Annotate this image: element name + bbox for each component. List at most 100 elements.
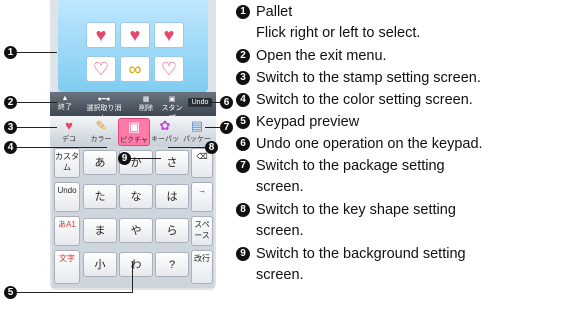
custom-key-label: カスタム bbox=[55, 152, 79, 172]
callout-4: 4 bbox=[4, 141, 17, 154]
legend-num-2: 2 bbox=[236, 49, 250, 63]
stamp-pallet[interactable]: ♥ ♥ ♥ ♡ ∞ ♡ bbox=[58, 0, 208, 92]
legend-text-6: Undo one operation on the keypad. bbox=[256, 136, 483, 152]
key-ma[interactable]: ま bbox=[83, 218, 117, 243]
callout-line-4 bbox=[17, 147, 107, 148]
legend-num-6: 6 bbox=[236, 137, 250, 151]
tab-background[interactable]: ▣ ピクチャ bbox=[118, 118, 150, 146]
key-small[interactable]: 小 bbox=[83, 252, 117, 277]
mode-key-label: あA1 bbox=[58, 220, 76, 229]
arrow-key-label: → bbox=[198, 186, 206, 195]
key-sa[interactable]: さ bbox=[155, 150, 189, 175]
key-na[interactable]: な bbox=[119, 184, 153, 209]
picture-icon: ▣ bbox=[127, 119, 141, 134]
legend-text-2: Open the exit menu. bbox=[256, 48, 387, 64]
exit-menu-bar: ▲終了 ●━●選択取り消し ▦削除 ▣スタンプ Undo bbox=[50, 92, 216, 122]
key-ra-label: ら bbox=[166, 225, 178, 237]
callout-line-5 bbox=[17, 292, 132, 293]
key-ya[interactable]: や bbox=[119, 218, 153, 243]
char-key-label: 文字 bbox=[59, 254, 75, 263]
heart-stamp-icon[interactable]: ♥ bbox=[154, 22, 184, 48]
space-key-label: スペース bbox=[194, 220, 210, 240]
tab-stamp-label: デコ bbox=[62, 136, 76, 143]
mode-key[interactable]: あA1 bbox=[54, 216, 80, 246]
enter-key-label: 改行 bbox=[194, 254, 210, 263]
backspace-key-label: ⌫ bbox=[196, 152, 208, 161]
heart-stamp-icon[interactable]: ♥ bbox=[120, 22, 150, 48]
heart-stamp-icon[interactable]: ♡ bbox=[86, 56, 116, 82]
callout-line-2 bbox=[17, 102, 57, 103]
color-pencil-icon: ✎ bbox=[95, 118, 107, 133]
arrow-key[interactable]: → bbox=[191, 182, 213, 212]
key-wa[interactable]: わ bbox=[119, 252, 153, 277]
rings-stamp-icon[interactable]: ∞ bbox=[120, 56, 150, 82]
legend-num-5: 5 bbox=[236, 115, 250, 129]
callout-5: 5 bbox=[4, 286, 17, 299]
legend-text-4: Switch to the color setting screen. bbox=[256, 92, 473, 108]
custom-key[interactable]: カスタム bbox=[54, 148, 80, 178]
undo-label: Undo bbox=[191, 99, 209, 106]
callout-7: 7 bbox=[220, 121, 233, 134]
flower-icon: ✿ bbox=[159, 118, 171, 133]
setting-tab-bar: ♥ デコ ✎ カラー ▣ ピクチャ ✿キーパッド ▤パッケージ bbox=[50, 116, 216, 153]
heart-stamp-icon[interactable]: ♡ bbox=[154, 56, 184, 82]
callout-line-9 bbox=[131, 158, 161, 159]
key-ta[interactable]: た bbox=[83, 184, 117, 209]
callout-line-6 bbox=[209, 102, 220, 103]
key-ha[interactable]: は bbox=[155, 184, 189, 209]
legend-text-8b: screen. bbox=[256, 223, 304, 239]
legend-text-9a: Switch to the background setting bbox=[256, 246, 466, 262]
key-small-label: 小 bbox=[94, 259, 106, 271]
delete-button[interactable]: ▦ 削除 bbox=[136, 95, 156, 113]
legend-num-7: 7 bbox=[236, 159, 250, 173]
callout-3: 3 bbox=[4, 121, 17, 134]
callout-8: 8 bbox=[205, 141, 218, 154]
legend-text-7b: screen. bbox=[256, 179, 304, 195]
key-ta-label: た bbox=[94, 191, 106, 203]
char-key[interactable]: 文字 bbox=[54, 250, 80, 284]
legend-num-4: 4 bbox=[236, 93, 250, 107]
callout-line-8 bbox=[168, 147, 205, 148]
keypad-preview: カスタム Undo あA1 文字 あ か さ た な は ま や ら 小 わ ?… bbox=[52, 146, 214, 288]
key-ra[interactable]: ら bbox=[155, 218, 189, 243]
legend-text-5: Keypad preview bbox=[256, 114, 360, 130]
undo-key[interactable]: Undo bbox=[54, 182, 80, 212]
key-a-label: あ bbox=[94, 157, 106, 169]
legend-text-1a: Pallet bbox=[256, 4, 293, 20]
callout-line-3 bbox=[17, 127, 57, 128]
tab-background-label: ピクチャ bbox=[120, 137, 148, 144]
legend-num-3: 3 bbox=[236, 71, 250, 85]
legend-text-1b: Flick right or left to select. bbox=[256, 25, 421, 41]
key-a[interactable]: あ bbox=[83, 150, 117, 175]
key-ha-label: は bbox=[166, 191, 178, 203]
legend-text-8a: Switch to the key shape setting bbox=[256, 202, 456, 218]
legend-num-9: 9 bbox=[236, 247, 250, 261]
space-key[interactable]: スペース bbox=[191, 216, 213, 246]
callout-6: 6 bbox=[220, 96, 233, 109]
heart-icon: ♥ bbox=[65, 118, 73, 133]
tab-key-shape[interactable]: ✿キーパッド bbox=[150, 118, 180, 153]
heart-stamp-icon[interactable]: ♥ bbox=[86, 22, 116, 48]
key-punct[interactable]: ? bbox=[155, 252, 189, 277]
phone-screen: ♥ ♥ ♥ ♡ ∞ ♡ ▲終了 ●━●選択取り消し ▦削除 ▣スタンプ Undo… bbox=[50, 0, 216, 290]
undo-key-label: Undo bbox=[57, 186, 77, 195]
key-sa-label: さ bbox=[166, 157, 178, 169]
legend-num-1: 1 bbox=[236, 5, 250, 19]
callout-line-7 bbox=[205, 127, 220, 128]
callout-line-1 bbox=[17, 52, 57, 53]
tab-package[interactable]: ▤パッケージ bbox=[182, 118, 212, 153]
legend-text-9b: screen. bbox=[256, 267, 304, 283]
enter-key[interactable]: 改行 bbox=[191, 250, 213, 284]
exit-button[interactable]: ▲ 終了 bbox=[54, 95, 76, 112]
legend-text-3: Switch to the stamp setting screen. bbox=[256, 70, 481, 86]
key-ya-label: や bbox=[130, 225, 142, 237]
tab-color[interactable]: ✎ カラー bbox=[86, 118, 116, 144]
callout-9: 9 bbox=[118, 152, 131, 165]
delete-label: 削除 bbox=[139, 105, 153, 112]
key-na-label: な bbox=[130, 191, 142, 203]
package-icon: ▤ bbox=[190, 118, 204, 133]
tab-stamp[interactable]: ♥ デコ bbox=[54, 118, 84, 144]
legend-num-8: 8 bbox=[236, 203, 250, 217]
key-punct-label: ? bbox=[168, 259, 176, 271]
legend-text-7a: Switch to the package setting bbox=[256, 158, 445, 174]
